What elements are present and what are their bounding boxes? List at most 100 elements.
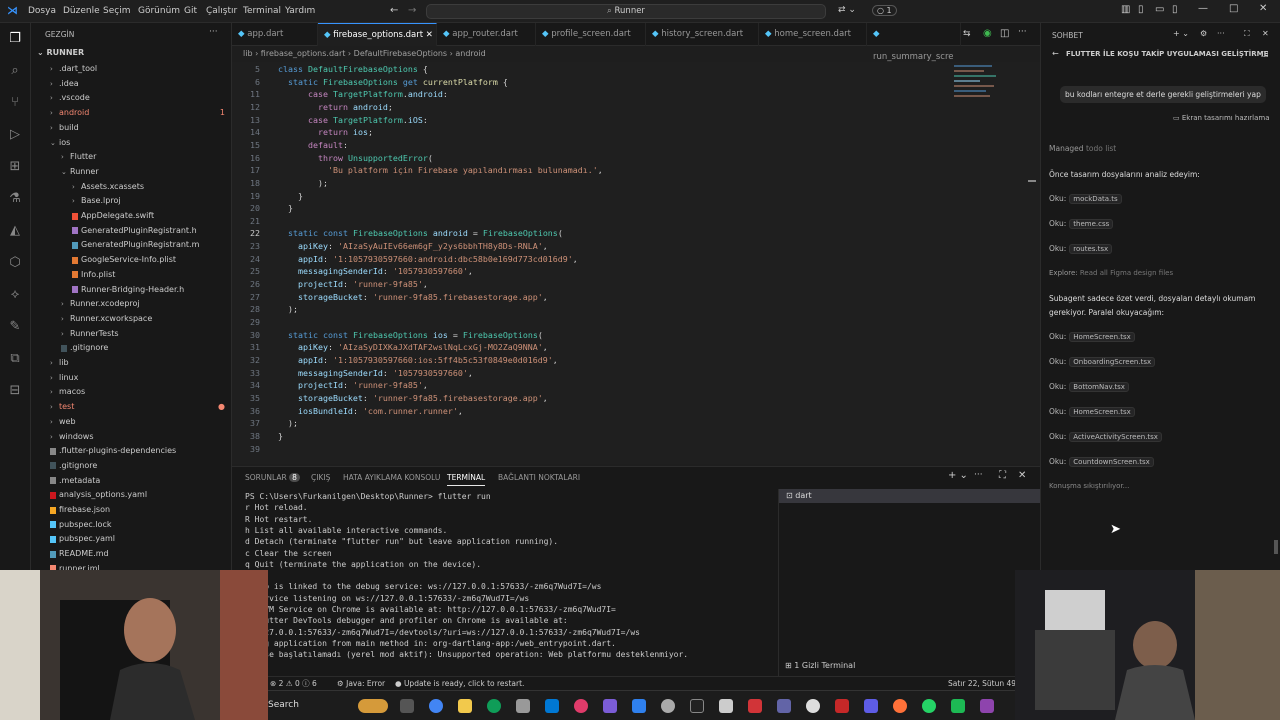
- code-line[interactable]: messagingSenderId: '1057930597660',: [278, 266, 473, 276]
- chrome-icon[interactable]: [429, 699, 443, 713]
- tree-item[interactable]: › Base.lproj: [72, 194, 229, 207]
- tree-item[interactable]: › web: [50, 415, 229, 428]
- file-chip[interactable]: theme.css: [1069, 219, 1114, 229]
- tab-run-summary-scre[interactable]: ◆ run_summary_scre: [867, 23, 961, 62]
- tree-item[interactable]: › Assets.xcassets: [72, 180, 229, 193]
- maximize-panel-icon[interactable]: ⛶: [999, 470, 1006, 481]
- tab-app-dart[interactable]: ◆ app.dart: [232, 23, 318, 46]
- java-status[interactable]: ⚙ Java: Error: [337, 677, 385, 690]
- code-line[interactable]: apiKey: 'AIzaSyAuIEv66em6gF_y2ys6bbhTH8y…: [278, 241, 548, 251]
- app-icon-violet[interactable]: [980, 699, 994, 713]
- file-chip[interactable]: routes.tsx: [1069, 244, 1113, 254]
- tree-item[interactable]: › macos: [50, 385, 229, 398]
- code-line[interactable]: appId: '1:1057930597660:android:dbc58b0e…: [278, 254, 578, 264]
- file-chip[interactable]: BottomNav.tsx: [1069, 382, 1129, 392]
- tab-firebase-options-dart[interactable]: ◆ firebase_options.dart ✕: [318, 23, 437, 46]
- terminal-list-item[interactable]: ⊡ dart: [779, 489, 1040, 503]
- tree-item[interactable]: Info.plist: [72, 268, 229, 281]
- code-line[interactable]: iosBundleId: 'com.runner.runner',: [278, 406, 463, 416]
- tab-home-screen-dart[interactable]: ◆ home_screen.dart: [759, 23, 867, 46]
- problems-status[interactable]: ⊗ 2 ⚠ 0 ⓘ 6: [270, 677, 317, 690]
- file-chip[interactable]: CountdownScreen.tsx: [1069, 457, 1154, 467]
- edge-icon[interactable]: [487, 699, 501, 713]
- tree-item[interactable]: GoogleService-Info.plist: [72, 253, 229, 266]
- breadcrumb[interactable]: lib › firebase_options.dart › DefaultFir…: [232, 46, 1040, 62]
- code-line[interactable]: static FirebaseOptions get currentPlatfo…: [278, 77, 508, 87]
- code-line[interactable]: storageBucket: 'runner-9fa85.firebasesto…: [278, 292, 548, 302]
- database-icon[interactable]: ⊟: [6, 382, 24, 400]
- code-line[interactable]: throw UnsupportedError(: [278, 153, 433, 163]
- tree-item[interactable]: › lib: [50, 356, 229, 369]
- panel-more-icon[interactable]: ···: [974, 470, 983, 480]
- close-panel-icon[interactable]: ✕: [1018, 470, 1026, 481]
- tab-output[interactable]: ÇIKIŞ: [311, 473, 330, 482]
- tree-item[interactable]: .gitignore: [61, 341, 229, 354]
- tree-item[interactable]: .metadata: [50, 474, 229, 487]
- flutter-icon[interactable]: ◭: [6, 222, 24, 240]
- source-control-icon[interactable]: ⑂: [6, 94, 24, 112]
- code-line[interactable]: projectId: 'runner-9fa85',: [278, 279, 428, 289]
- tree-item[interactable]: pubspec.lock: [50, 518, 229, 531]
- tree-item[interactable]: › Runner.xcodeproj: [61, 297, 229, 310]
- store-icon[interactable]: [516, 699, 530, 713]
- tree-item[interactable]: › .idea: [50, 77, 229, 90]
- tree-item[interactable]: › test ●: [50, 400, 229, 413]
- weather-widget-icon[interactable]: [358, 699, 388, 713]
- close-window-icon[interactable]: ✕: [1259, 3, 1267, 14]
- code-line[interactable]: storageBucket: 'runner-9fa85.firebasesto…: [278, 393, 548, 403]
- menu-terminal[interactable]: Terminal: [243, 6, 281, 16]
- minimap[interactable]: [954, 62, 1004, 110]
- search-icon[interactable]: ⌕: [6, 62, 24, 80]
- more-actions-icon[interactable]: ···: [209, 27, 218, 37]
- chat-more-icon[interactable]: ···: [1217, 29, 1225, 38]
- teams-icon[interactable]: [777, 699, 791, 713]
- code-line[interactable]: case TargetPlatform.iOS:: [278, 115, 428, 125]
- tree-item[interactable]: › Runner.xcworkspace: [61, 312, 229, 325]
- menu-dosya[interactable]: Dosya: [28, 6, 56, 16]
- tree-item[interactable]: › build: [50, 121, 229, 134]
- file-chip[interactable]: HomeScreen.tsx: [1069, 407, 1135, 417]
- tree-item[interactable]: GeneratedPluginRegistrant.m: [72, 238, 229, 251]
- app-icon-pink[interactable]: [574, 699, 588, 713]
- tree-item[interactable]: pubspec.yaml: [50, 532, 229, 545]
- code-editor[interactable]: 5 class DefaultFirebaseOptions {6 static …: [232, 62, 1040, 464]
- toggle-sidebar-icon[interactable]: ▯: [1138, 4, 1144, 15]
- menu-yardim[interactable]: Yardım: [285, 6, 315, 16]
- code-line[interactable]: static const FirebaseOptions android = F…: [278, 228, 563, 238]
- toggle-panel-icon[interactable]: ▭: [1155, 4, 1164, 15]
- tree-item[interactable]: README.md: [50, 547, 229, 560]
- app-icon-red[interactable]: [748, 699, 762, 713]
- code-line[interactable]: projectId: 'runner-9fa85',: [278, 380, 428, 390]
- app-icon-white[interactable]: [806, 699, 820, 713]
- run-flutter-icon[interactable]: ◉: [983, 28, 992, 39]
- menu-calistir[interactable]: Çalıştır: [206, 6, 237, 16]
- copilot-icon[interactable]: ⇄ ⌄: [838, 5, 856, 15]
- tree-item[interactable]: › .dart_tool: [50, 62, 229, 75]
- forward-arrow-icon[interactable]: →: [408, 5, 416, 16]
- tree-item[interactable]: Runner-Bridging-Header.h: [72, 283, 229, 296]
- code-line[interactable]: );: [278, 304, 298, 314]
- app-icon-green[interactable]: [951, 699, 965, 713]
- remote-icon[interactable]: ⬡: [6, 254, 24, 272]
- code-line[interactable]: }: [278, 431, 283, 441]
- git-graph-icon[interactable]: ⟡: [6, 286, 24, 304]
- tree-item[interactable]: runner.iml: [50, 562, 229, 570]
- tree-item[interactable]: .flutter-plugins-dependencies: [50, 444, 229, 457]
- chat-close-icon[interactable]: ✕: [1262, 29, 1269, 38]
- code-line[interactable]: }: [278, 191, 303, 201]
- layout-icon[interactable]: ▥: [1121, 4, 1130, 15]
- pen-icon[interactable]: ✎: [6, 318, 24, 336]
- github-icon[interactable]: [661, 699, 675, 713]
- tab-ports[interactable]: BAĞLANTI NOKTALARI: [498, 473, 580, 482]
- compare-icon[interactable]: ⇆: [963, 29, 971, 39]
- tree-item[interactable]: GeneratedPluginRegistrant.h: [72, 224, 229, 237]
- notepad-icon[interactable]: [719, 699, 733, 713]
- explorer-icon[interactable]: ❐: [6, 30, 24, 48]
- tab-profile-screen-dart[interactable]: ◆ profile_screen.dart: [536, 23, 646, 46]
- code-line[interactable]: apiKey: 'AIzaSyDIXKaJXdTAF2wslNqLcxGj-MO…: [278, 342, 548, 352]
- extensions-icon[interactable]: ⊞: [6, 158, 24, 176]
- run-debug-icon[interactable]: ▷: [6, 126, 24, 144]
- tree-item[interactable]: ⌄ ios: [50, 136, 229, 149]
- testing-icon[interactable]: ⚗: [6, 190, 24, 208]
- code-line[interactable]: return android;: [278, 102, 393, 112]
